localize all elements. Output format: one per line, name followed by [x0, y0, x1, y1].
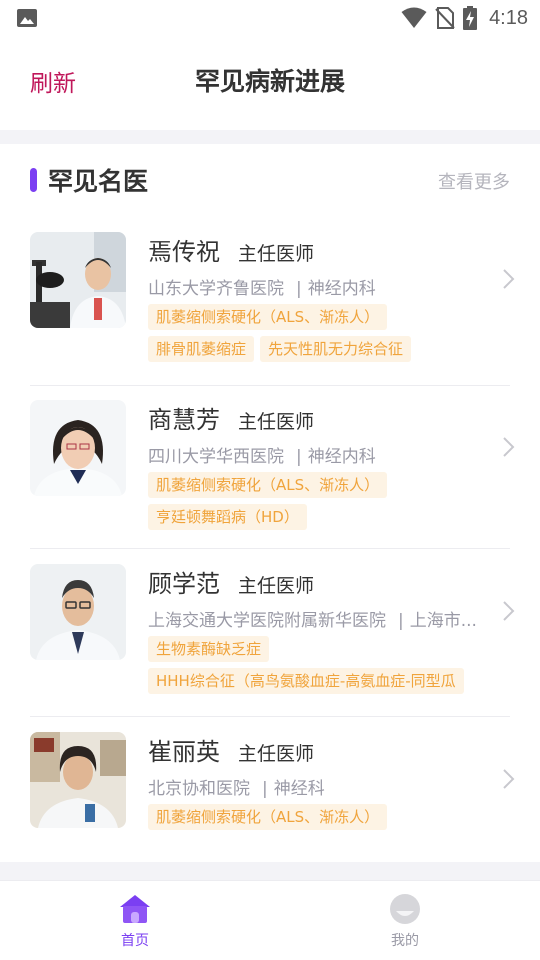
hospital-name: 北京协和医院 — [148, 779, 250, 799]
chevron-right-icon — [503, 601, 515, 621]
doctor-card[interactable]: 焉传祝 主任医师 山东大学齐鲁医院 | 神经内科 肌萎缩侧索硬化（ALS、渐冻人） … — [30, 232, 515, 386]
tab-home-label: 首页 — [121, 933, 149, 949]
disease-tags: 肌萎缩侧索硬化（ALS、渐冻人） 腓骨肌萎缩症 先天性肌无力综合征 — [148, 304, 498, 368]
disease-tags: 肌萎缩侧索硬化（ALS、渐冻人） — [148, 804, 498, 836]
section-divider — [0, 130, 540, 144]
disease-tags: 肌萎缩侧索硬化（ALS、渐冻人） 亨廷顿舞蹈病（HD） — [148, 472, 498, 536]
doctor-affiliation: 上海交通大学医院附属新华医院 | 上海市... — [148, 611, 477, 631]
bottom-tab-bar: 首页 我的 — [0, 880, 540, 960]
disease-tag: 肌萎缩侧索硬化（ALS、渐冻人） — [148, 304, 388, 330]
department-name: 神经科 — [273, 779, 325, 799]
doctor-name: 焉传祝 — [148, 238, 220, 266]
department-name: 上海市... — [409, 611, 477, 631]
doctor-card[interactable]: 顾学范 主任医师 上海交通大学医院附属新华医院 | 上海市... 生物素酶缺乏症 H… — [30, 564, 515, 717]
chevron-right-icon — [503, 437, 515, 457]
doctor-avatar — [30, 232, 126, 328]
status-bar: 4:18 — [0, 0, 540, 36]
hospital-name: 上海交通大学医院附属新华医院 — [148, 611, 386, 631]
profile-icon — [390, 894, 420, 924]
doctor-title: 主任医师 — [238, 743, 315, 765]
doctor-title: 主任医师 — [238, 575, 315, 597]
doctor-title: 主任医师 — [238, 243, 315, 265]
doctor-name: 崔丽英 — [148, 738, 220, 766]
doctor-avatar — [30, 732, 126, 828]
chevron-right-icon — [503, 269, 515, 289]
doctor-avatar — [30, 400, 126, 496]
no-sim-icon — [435, 7, 455, 29]
doctor-title: 主任医师 — [238, 411, 315, 433]
hospital-name: 四川大学华西医院 — [148, 447, 284, 467]
disease-tag: HHH综合征（高鸟氨酸血症-高氨血症-同型瓜 — [148, 668, 464, 694]
wifi-icon — [401, 7, 427, 28]
disease-tags: 生物素酶缺乏症 HHH综合征（高鸟氨酸血症-高氨血症-同型瓜 — [148, 636, 498, 700]
page-title: 罕见病新进展 — [194, 67, 345, 96]
section-title: 罕见名医 — [48, 167, 149, 196]
see-more-link[interactable]: 查看更多 — [438, 168, 510, 194]
chevron-right-icon — [503, 769, 515, 789]
battery-charging-icon — [463, 6, 478, 30]
bottom-divider-band — [0, 862, 540, 880]
doctor-avatar — [30, 564, 126, 660]
disease-tag: 腓骨肌萎缩症 — [148, 336, 255, 362]
home-icon — [120, 895, 150, 923]
image-notification-icon — [17, 9, 37, 27]
doctor-card[interactable]: 商慧芳 主任医师 四川大学华西医院 | 神经内科 肌萎缩侧索硬化（ALS、渐冻人） … — [30, 400, 515, 549]
hospital-name: 山东大学齐鲁医院 — [148, 279, 284, 299]
disease-tag: 肌萎缩侧索硬化（ALS、渐冻人） — [148, 804, 388, 830]
section-accent-bar — [30, 168, 37, 192]
doctor-affiliation: 北京协和医院 | 神经科 — [148, 779, 325, 799]
famous-doctors-header: 罕见名医 查看更多 — [0, 144, 540, 214]
tab-mine-label: 我的 — [391, 933, 419, 949]
department-name: 神经内科 — [307, 279, 376, 299]
disease-tag: 先天性肌无力综合征 — [260, 336, 412, 362]
department-name: 神经内科 — [307, 447, 376, 467]
doctor-card[interactable]: 崔丽英 主任医师 北京协和医院 | 神经科 肌萎缩侧索硬化（ALS、渐冻人） — [30, 732, 515, 844]
doctor-affiliation: 四川大学华西医院 | 神经内科 — [148, 447, 376, 467]
disease-tag: 亨廷顿舞蹈病（HD） — [148, 504, 307, 530]
clock: 4:18 — [489, 6, 528, 29]
doctor-name: 顾学范 — [148, 570, 220, 598]
app-header: 刷新 罕见病新进展 — [0, 36, 540, 130]
tab-mine[interactable]: 我的 — [345, 881, 465, 960]
doctor-affiliation: 山东大学齐鲁医院 | 神经内科 — [148, 279, 376, 299]
tab-home[interactable]: 首页 — [75, 881, 195, 960]
disease-tag: 肌萎缩侧索硬化（ALS、渐冻人） — [148, 472, 388, 498]
doctor-name: 商慧芳 — [148, 406, 220, 434]
disease-tag: 生物素酶缺乏症 — [148, 636, 270, 662]
